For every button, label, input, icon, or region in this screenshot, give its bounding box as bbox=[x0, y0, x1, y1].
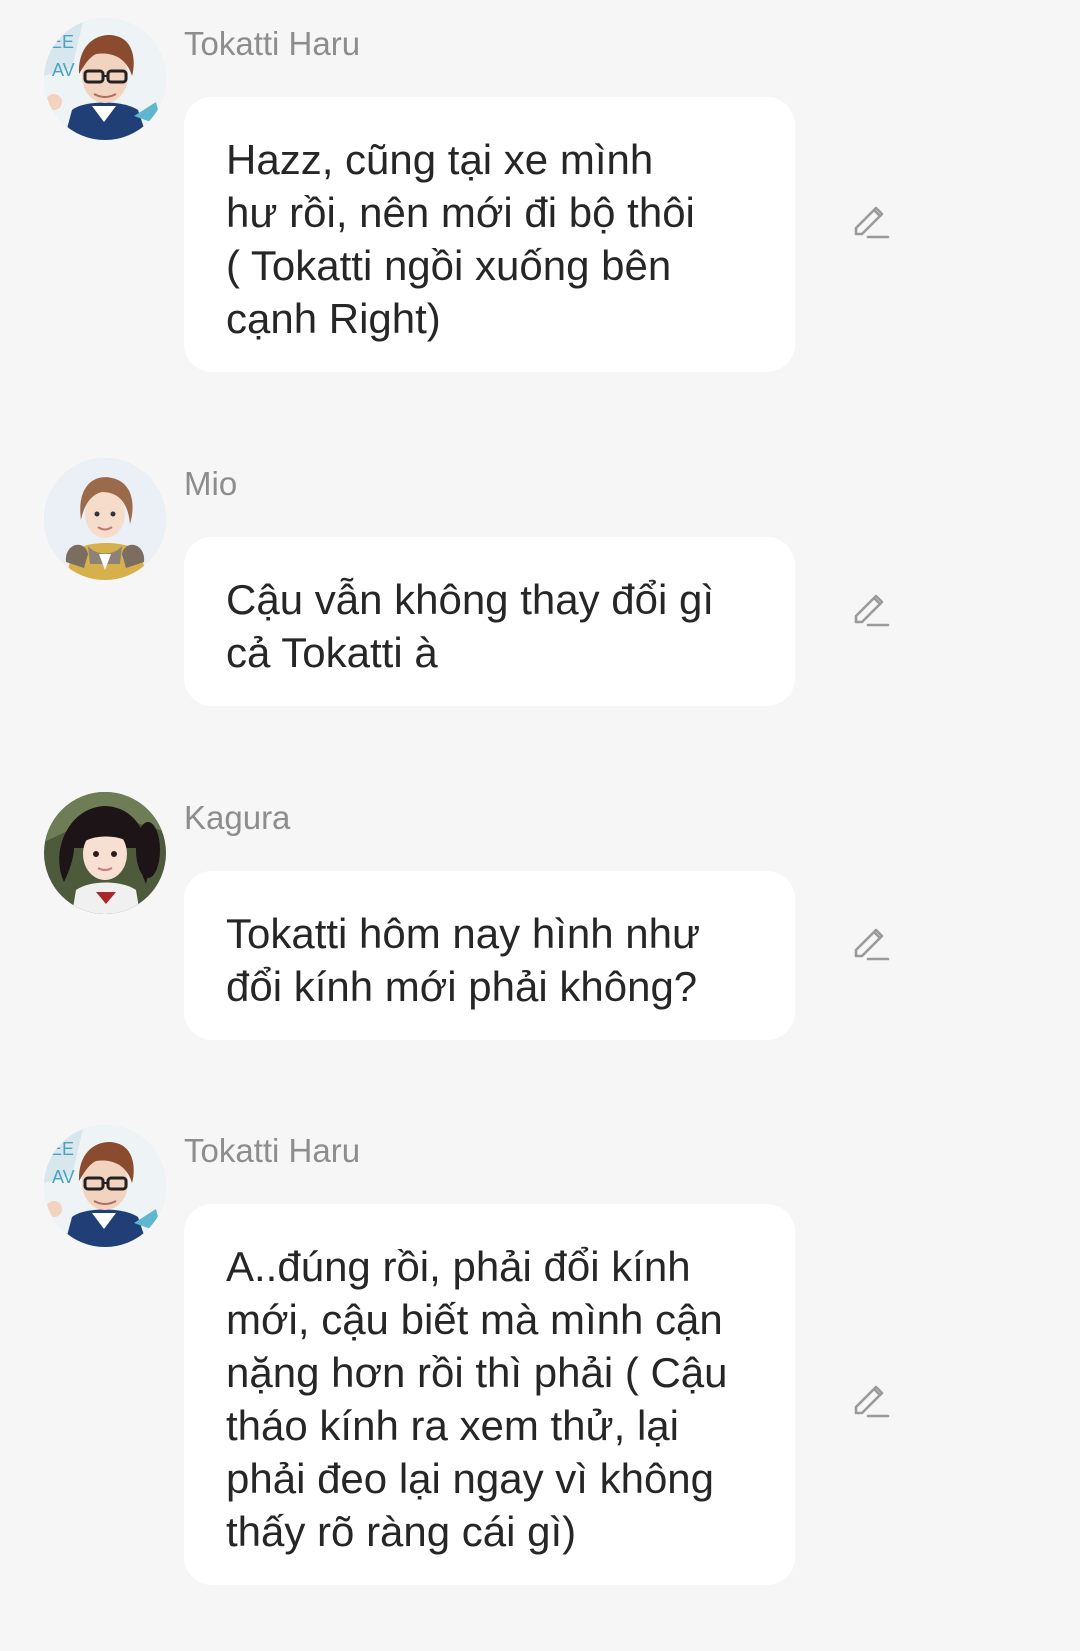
message-text: A..đúng rồi, phải đổi kính mới, cậu biết… bbox=[226, 1243, 728, 1555]
message-text: Cậu vẫn không thay đổi gì cả Tokatti à bbox=[226, 576, 715, 676]
svg-text:AV: AV bbox=[52, 1167, 75, 1187]
message-item: EE AV Tokatti Haru A..đúng rồi, phải đổi… bbox=[0, 1125, 1080, 1585]
message-text: Hazz, cũng tại xe mình hư rồi, nên mới đ… bbox=[226, 136, 695, 342]
message-item: Mio Cậu vẫn không thay đổi gì cả Tokatti… bbox=[0, 458, 1080, 706]
message-bubble: Hazz, cũng tại xe mình hư rồi, nên mới đ… bbox=[184, 97, 795, 372]
edit-message-button[interactable] bbox=[848, 1377, 892, 1421]
tokatti-avatar[interactable]: EE AV bbox=[44, 18, 166, 140]
kagura-avatar[interactable] bbox=[44, 792, 166, 914]
message-item: Kagura Tokatti hôm nay hình như đổi kính… bbox=[0, 792, 1080, 1040]
edit-message-button[interactable] bbox=[848, 198, 892, 242]
sender-name: Mio bbox=[184, 465, 238, 502]
pencil-icon bbox=[854, 206, 890, 239]
tokatti-avatar[interactable]: EE AV bbox=[44, 1125, 166, 1247]
sender-name: Tokatti Haru bbox=[184, 1132, 361, 1169]
mio-avatar[interactable] bbox=[44, 458, 166, 580]
sender-name: Tokatti Haru bbox=[184, 25, 361, 62]
message-bubble: Cậu vẫn không thay đổi gì cả Tokatti à bbox=[184, 537, 795, 706]
pencil-icon bbox=[854, 1385, 890, 1418]
edit-message-button[interactable] bbox=[848, 586, 892, 630]
message-bubble: A..đúng rồi, phải đổi kính mới, cậu biết… bbox=[184, 1204, 795, 1585]
svg-text:EE: EE bbox=[50, 1139, 74, 1159]
message-text: Tokatti hôm nay hình như đổi kính mới ph… bbox=[226, 910, 701, 1010]
pencil-icon bbox=[854, 594, 890, 627]
svg-text:AV: AV bbox=[52, 60, 75, 80]
sender-name: Kagura bbox=[184, 799, 291, 836]
message-item: EE AV Tokatti Haru Hazz, cũng tại xe mìn… bbox=[0, 18, 1080, 372]
edit-message-button[interactable] bbox=[848, 920, 892, 964]
svg-text:EE: EE bbox=[50, 32, 74, 52]
pencil-icon bbox=[854, 928, 890, 961]
message-bubble: Tokatti hôm nay hình như đổi kính mới ph… bbox=[184, 871, 795, 1040]
